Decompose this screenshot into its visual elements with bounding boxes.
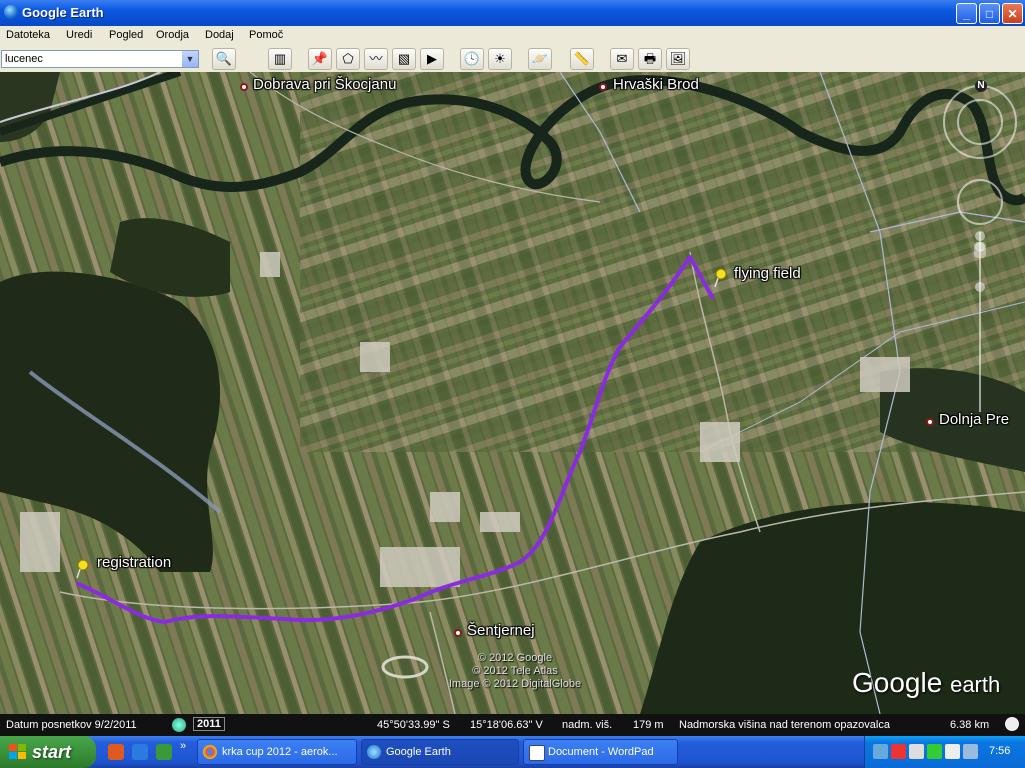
status-bar: Datum posnetkov 9/2/2011 2011 45°50'33.9… [0, 714, 1025, 736]
placemark-pin-icon[interactable] [76, 559, 90, 579]
placemark-label-registration[interactable]: registration [97, 554, 171, 571]
elevation-value: 179 m [633, 719, 664, 731]
quicklaunch-more[interactable]: » [180, 740, 186, 752]
add-path-icon[interactable]: 〰 [364, 48, 388, 70]
system-tray: 7:56 [864, 736, 1025, 768]
add-placemark-icon[interactable]: 📌 [308, 48, 332, 70]
add-image-overlay-icon[interactable]: ▧ [392, 48, 416, 70]
print-icon[interactable]: 🖶 [638, 48, 662, 70]
chrome-icon [203, 745, 217, 759]
menu-uredi[interactable]: Uredi [66, 29, 92, 41]
copyright-digitalglobe: Image © 2012 DigitalGlobe [448, 678, 582, 690]
tray-icon[interactable] [891, 744, 906, 759]
maximize-button[interactable]: □ [979, 3, 1000, 24]
logo-earth: earth [950, 672, 1001, 697]
satellite-imagery [0, 72, 1025, 714]
task-chrome[interactable]: krka cup 2012 - aerok... [197, 739, 357, 765]
window-title: Google Earth [22, 5, 104, 20]
copyright-tele-atlas: © 2012 Tele Atlas [472, 665, 558, 677]
task-label: Google Earth [386, 746, 451, 758]
street-view-pegman-icon[interactable] [968, 230, 992, 260]
place-label-dolnja-pre: Dolnja Pre [939, 411, 1010, 428]
search-icon[interactable]: 🔍 [212, 48, 236, 70]
task-label: Document - WordPad [548, 746, 654, 758]
menu-pogled[interactable]: Pogled [109, 29, 143, 41]
task-wordpad[interactable]: Document - WordPad [523, 739, 678, 765]
email-icon[interactable]: ✉ [610, 48, 634, 70]
google-earth-logo: Google earth [852, 667, 1000, 699]
record-tour-icon[interactable]: ▶ [420, 48, 444, 70]
tray-icon[interactable] [909, 744, 924, 759]
copyright-google: © 2012 Google [477, 652, 553, 664]
logo-google: Google [852, 667, 943, 698]
title-bar: Google Earth _ □ ✕ [0, 0, 1025, 26]
internet-explorer-icon[interactable] [132, 744, 148, 760]
map-view[interactable]: Dobrava pri Škocjanu Hrvaški Brod Dolnja… [0, 72, 1025, 714]
place-marker-dolnja-pre[interactable] [926, 418, 934, 426]
place-label-hrvaski-brod: Hrvaški Brod [613, 76, 699, 93]
task-label: krka cup 2012 - aerok... [222, 746, 338, 758]
menu-dodaj[interactable]: Dodaj [205, 29, 234, 41]
wifi-icon[interactable] [927, 744, 942, 759]
place-marker-sentjernej[interactable] [454, 629, 462, 637]
search-dropdown-icon[interactable]: ▼ [182, 51, 198, 67]
quicklaunch-icon[interactable] [156, 744, 172, 760]
ruler-icon[interactable]: 📏 [570, 48, 594, 70]
placemark-pin-icon[interactable] [714, 268, 728, 288]
eye-altitude-label: Nadmorska višina nad terenom opazovalca [679, 719, 890, 731]
quicklaunch-icon[interactable] [108, 744, 124, 760]
place-label-sentjernej: Šentjernej [467, 622, 535, 639]
close-button[interactable]: ✕ [1002, 3, 1023, 24]
historical-imagery-icon[interactable]: 🕓 [460, 48, 484, 70]
streaming-indicator-icon [1005, 717, 1019, 731]
menu-bar: Datoteka Uredi Pogled Orodja Dodaj Pomoč [0, 26, 1025, 47]
tray-icon[interactable] [873, 744, 888, 759]
menu-orodja[interactable]: Orodja [156, 29, 189, 41]
wordpad-icon [529, 745, 545, 761]
longitude: 15°18'06.63" V [470, 719, 543, 731]
compass-north-icon[interactable]: N [975, 80, 987, 92]
imagery-year: 2011 [193, 717, 225, 731]
google-earth-icon [367, 745, 381, 759]
tray-icon[interactable] [963, 744, 978, 759]
eye-altitude-value: 6.38 km [950, 719, 990, 731]
google-earth-icon [4, 5, 18, 19]
minimize-button[interactable]: _ [956, 3, 977, 24]
save-image-icon[interactable]: 🖼 [666, 48, 690, 70]
menu-pomoc[interactable]: Pomoč [249, 29, 283, 41]
menu-datoteka[interactable]: Datoteka [6, 29, 50, 41]
copyright-notice: © 2012 Google © 2012 Tele Atlas Image © … [430, 652, 600, 691]
placemark-label-flying-field[interactable]: flying field [734, 265, 801, 282]
place-marker-hrvaski-brod[interactable] [599, 83, 607, 91]
switch-planet-icon[interactable]: 🪐 [528, 48, 552, 70]
place-marker-dobrava[interactable] [240, 83, 248, 91]
place-label-dobrava: Dobrava pri Škocjanu [253, 76, 397, 93]
latitude: 45°50'33.99" S [377, 719, 450, 731]
sun-icon[interactable]: ☀ [488, 48, 512, 70]
historical-imagery-icon[interactable] [172, 718, 186, 732]
task-google-earth[interactable]: Google Earth [361, 739, 519, 765]
start-label: start [32, 742, 72, 762]
taskbar: start » krka cup 2012 - aerok... Google … [0, 736, 1025, 768]
volume-icon[interactable] [945, 744, 960, 759]
clock: 7:56 [989, 745, 1011, 757]
imagery-date: Datum posnetkov 9/2/2011 [6, 719, 137, 731]
sidebar-toggle-icon[interactable]: ▥ [268, 48, 292, 70]
add-polygon-icon[interactable]: ⬠ [336, 48, 360, 70]
search-value: lucenec [5, 53, 43, 65]
start-button[interactable]: start [0, 736, 96, 768]
windows-logo-icon [9, 744, 26, 759]
search-input[interactable]: lucenec ▼ [1, 50, 199, 68]
elevation-label: nadm. viš. [562, 719, 613, 731]
